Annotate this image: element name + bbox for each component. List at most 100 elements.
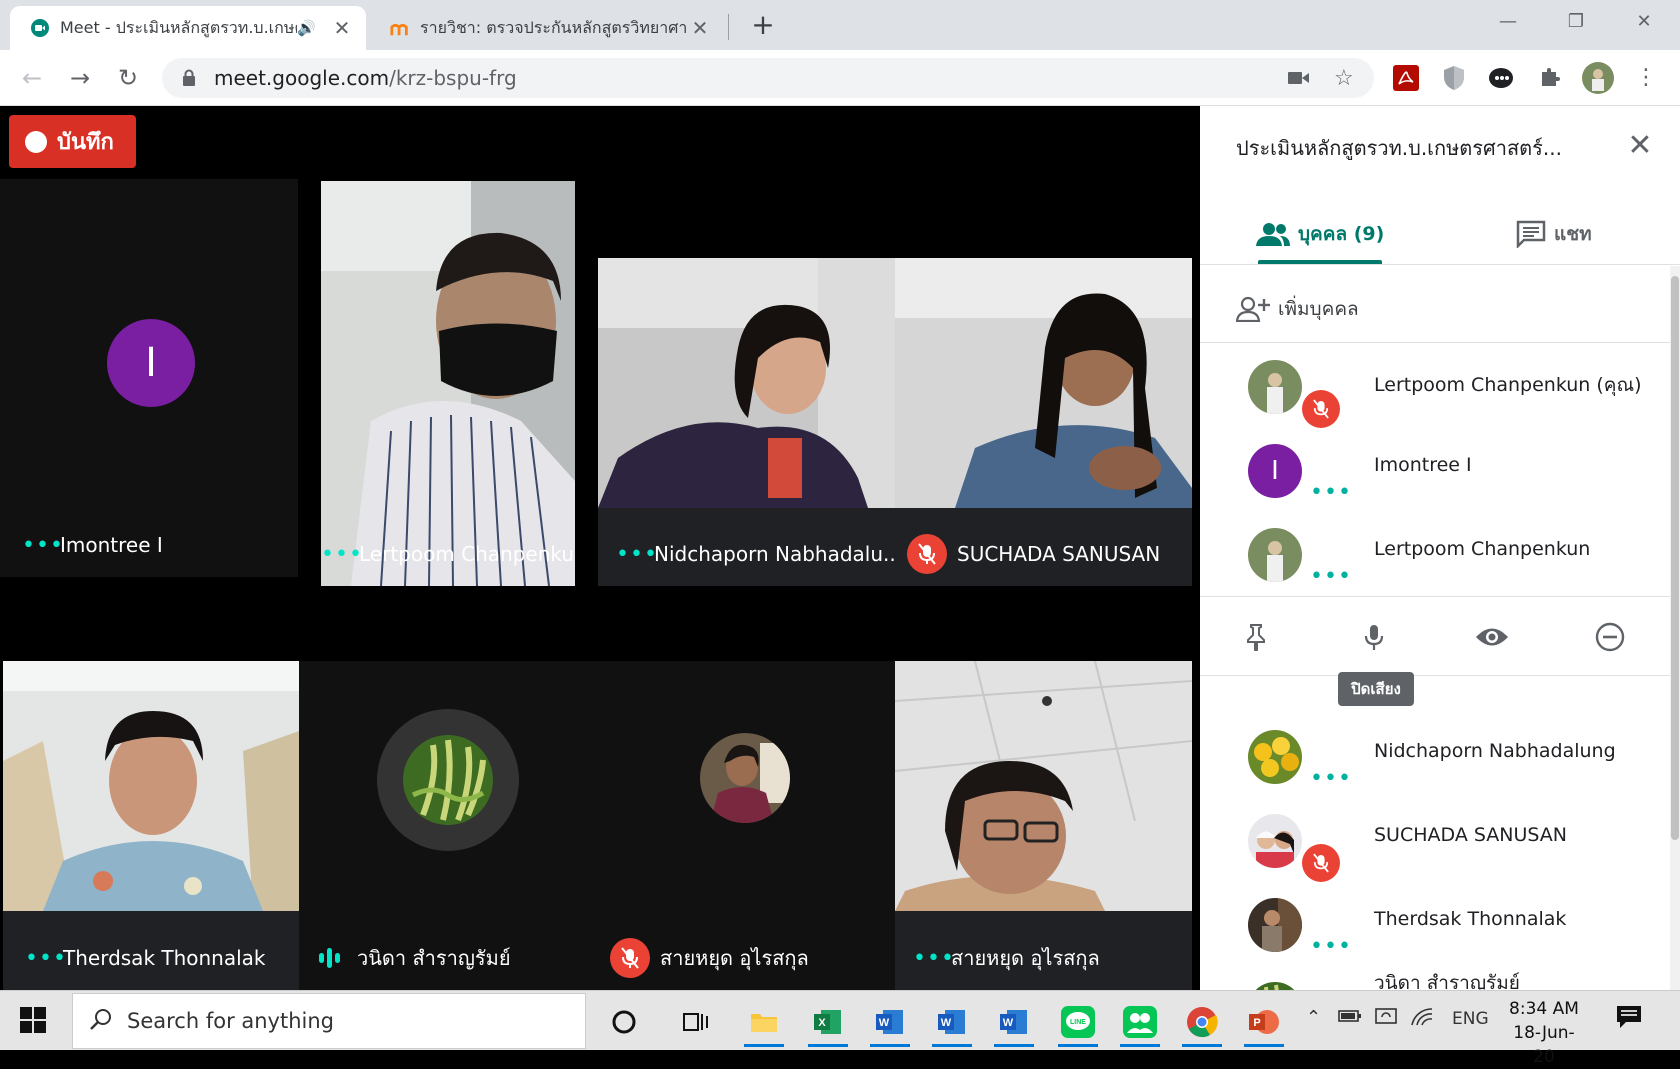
powerpoint-icon[interactable]: P: [1240, 997, 1288, 1047]
address-bar[interactable]: meet.google.com/krz-bspu-frg ☆: [162, 58, 1374, 98]
word-icon[interactable]: W: [866, 997, 914, 1047]
clock-date: 18-Jun-20: [1513, 1023, 1575, 1067]
mic-off-icon: [1302, 390, 1340, 428]
profile-avatar[interactable]: [1582, 62, 1614, 94]
language-indicator[interactable]: ENG: [1452, 1009, 1489, 1029]
participant-name: Nidchaporn Nabhadalu...: [654, 542, 895, 566]
mute-participant-icon[interactable]: [1354, 617, 1394, 657]
acrobat-icon[interactable]: [1390, 62, 1422, 94]
list-item[interactable]: ••• Lertpoom Chanpenkun: [1200, 512, 1670, 596]
record-dot-icon: [25, 130, 47, 153]
person-name: Lertpoom Chanpenkun: [1374, 538, 1591, 560]
more-options-icon[interactable]: •••: [913, 946, 954, 971]
show-hidden-icons[interactable]: ⌃: [1306, 1007, 1321, 1028]
url-path: /krz-bspu-frg: [389, 66, 517, 90]
clock-time: 8:34 AM: [1509, 999, 1579, 1019]
tab-title: Meet - ประเมินหลักสูตรวท.บ.เกษตรศาสตร์: [60, 17, 297, 37]
google-meet-icon: [30, 18, 50, 38]
tab-people[interactable]: บุคคล (9): [1256, 206, 1384, 262]
person-actions: [1200, 596, 1670, 676]
close-panel-icon[interactable]: ✕: [1620, 126, 1660, 166]
restore-icon[interactable]: ❐: [1542, 0, 1610, 44]
clock[interactable]: 8:34 AM 18-Jun-20: [1504, 997, 1584, 1069]
participant-tile[interactable]: ••• Nidchaporn Nabhadalu...: [598, 258, 895, 586]
windows-start-icon[interactable]: [20, 1007, 46, 1037]
excel-icon[interactable]: X: [804, 997, 852, 1047]
file-explorer-icon[interactable]: [740, 997, 788, 1047]
list-item[interactable]: ••• Nidchaporn Nabhadalung: [1200, 714, 1670, 798]
participant-label: วนิดา สำราญรัมย์: [299, 926, 597, 990]
close-tab-icon[interactable]: ✕: [330, 16, 354, 40]
remove-participant-icon[interactable]: [1590, 617, 1630, 657]
contacts-icon[interactable]: [1116, 997, 1164, 1047]
list-item[interactable]: วนิดา สำราญรัมย์: [1200, 966, 1670, 990]
person-name: Therdsak Thonnalak: [1374, 908, 1567, 930]
word-icon[interactable]: W: [990, 997, 1038, 1047]
people-icon: [1256, 223, 1290, 246]
chrome-icon[interactable]: [1178, 997, 1226, 1047]
meet-extension-icon[interactable]: [1486, 62, 1518, 94]
task-view-icon[interactable]: [672, 997, 720, 1047]
list-item[interactable]: Lertpoom Chanpenkun (คุณ): [1200, 344, 1670, 428]
forward-icon[interactable]: →: [64, 62, 96, 94]
more-options-icon[interactable]: •••: [616, 542, 657, 567]
participant-label: SUCHADA SANUSAN: [895, 522, 1192, 586]
tab-chat[interactable]: แชท: [1516, 206, 1592, 262]
participant-tile[interactable]: ••• Lertpoom Chanpenkun: [321, 181, 575, 586]
record-button[interactable]: บันทึก: [9, 115, 136, 168]
participant-tile[interactable]: SUCHADA SANUSAN: [895, 258, 1192, 586]
tab-meet[interactable]: Meet - ประเมินหลักสูตรวท.บ.เกษตรศาสตร์ 🔊…: [10, 6, 366, 50]
list-item[interactable]: I ••• Imontree I: [1200, 428, 1670, 512]
wifi-icon[interactable]: [1410, 1007, 1434, 1032]
close-window-icon[interactable]: ✕: [1610, 0, 1678, 44]
speaker-icon[interactable]: 🔊: [297, 19, 316, 37]
bookmark-star-icon[interactable]: ☆: [1334, 66, 1354, 91]
eye-icon[interactable]: [1472, 617, 1512, 657]
participant-tile[interactable]: ••• สายหยุด อุไรสกุล: [895, 661, 1192, 990]
pin-icon[interactable]: [1236, 617, 1276, 657]
participant-tile[interactable]: สายหยุด อุไรสกุล: [597, 661, 895, 990]
close-tab-icon[interactable]: ✕: [688, 16, 712, 40]
participant-tile[interactable]: วนิดา สำราญรัมย์: [299, 661, 597, 990]
svg-text:LINE: LINE: [1070, 1019, 1086, 1026]
reload-icon[interactable]: ↻: [112, 62, 144, 94]
panel-scrollbar[interactable]: [1670, 266, 1680, 990]
add-person-button[interactable]: เพิ่มบุคคล: [1236, 286, 1359, 332]
notifications-icon[interactable]: [1616, 1005, 1642, 1034]
participant-tile[interactable]: I ••• Imontree I: [0, 179, 298, 577]
minimize-icon[interactable]: —: [1474, 0, 1542, 44]
more-options-icon[interactable]: •••: [22, 533, 63, 558]
person-name: Lertpoom Chanpenkun (คุณ): [1374, 374, 1642, 396]
lock-icon[interactable]: [182, 69, 204, 87]
camera-icon[interactable]: [1288, 66, 1310, 92]
person-name: Nidchaporn Nabhadalung: [1374, 740, 1616, 762]
person-name: Imontree I: [1374, 454, 1472, 476]
scrollbar-thumb[interactable]: [1671, 276, 1679, 840]
back-icon[interactable]: ←: [16, 62, 48, 94]
participant-label: ••• Lertpoom Chanpenkun: [321, 522, 575, 586]
line-icon[interactable]: LINE: [1054, 997, 1102, 1047]
more-options-icon[interactable]: •••: [25, 946, 66, 971]
active-indicator: [932, 1044, 972, 1047]
list-item[interactable]: SUCHADA SANUSAN: [1200, 798, 1670, 882]
avatar: I: [107, 319, 195, 407]
participant-tile[interactable]: ••• Therdsak Thonnalak: [3, 661, 299, 990]
battery-icon[interactable]: [1338, 1007, 1362, 1030]
mute-tooltip: ปิดเสียง: [1338, 672, 1414, 706]
cloud-sync-icon[interactable]: [1374, 1007, 1398, 1030]
svg-text:W: W: [1003, 1017, 1014, 1029]
active-indicator: [1244, 1044, 1284, 1047]
more-menu-icon[interactable]: ⋮: [1630, 62, 1662, 94]
active-indicator: [1120, 1044, 1160, 1047]
divider: [1200, 264, 1680, 265]
word-icon[interactable]: W: [928, 997, 976, 1047]
taskbar-search-input[interactable]: Search for anything: [72, 993, 586, 1049]
more-options-icon[interactable]: •••: [321, 542, 362, 567]
tab-moodle[interactable]: รายวิชา: ตรวจประกันหลักสูตรวิทยาศาสตร์ ✕: [370, 6, 724, 50]
shield-icon[interactable]: [1438, 62, 1470, 94]
extensions-puzzle-icon[interactable]: [1534, 62, 1566, 94]
list-item[interactable]: ••• Therdsak Thonnalak: [1200, 882, 1670, 966]
cortana-icon[interactable]: [600, 997, 648, 1047]
new-tab-button[interactable]: +: [748, 6, 778, 44]
meeting-details-panel: ประเมินหลักสูตรวท.บ.เกษตรศาสตร์... ✕ บุค…: [1200, 106, 1680, 990]
